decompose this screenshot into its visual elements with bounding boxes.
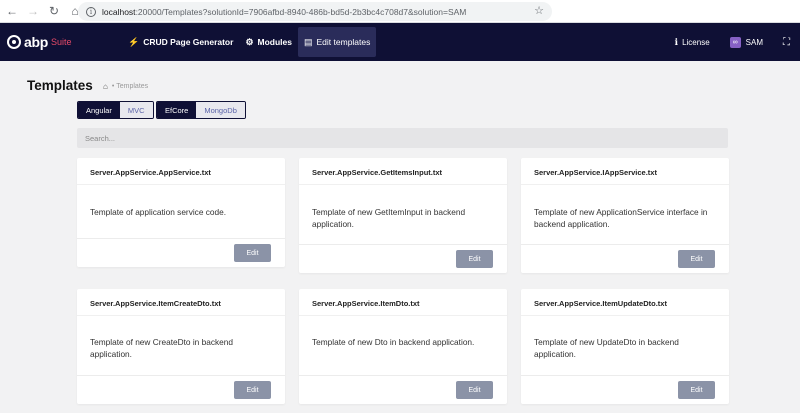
- card-description: Template of new Dto in backend applicati…: [312, 337, 475, 347]
- card-footer-divider: [521, 375, 729, 376]
- info-icon: ℹ: [674, 36, 679, 47]
- browser-toolbar: ← → ↻ ⌂ i localhost:20000/Templates?solu…: [0, 0, 800, 23]
- visual-studio-icon: ∞: [729, 36, 741, 48]
- card-divider: [77, 184, 285, 185]
- card-divider: [299, 184, 507, 185]
- card-footer-divider: [299, 375, 507, 376]
- solution-selector[interactable]: ∞ SAM: [729, 36, 763, 48]
- card-description: Template of application service code.: [90, 207, 227, 217]
- bookmark-star-icon[interactable]: ☆: [534, 4, 544, 17]
- card-title: Server.AppService.ItemCreateDto.txt: [90, 299, 221, 308]
- card-description: Template of new GetItemInput in backend …: [312, 207, 466, 229]
- license-label: License: [682, 37, 710, 47]
- abp-suite-logo[interactable]: abp Suite: [7, 34, 72, 50]
- database-toggle: EfCore MongoDb: [156, 101, 246, 119]
- card-divider: [299, 315, 507, 316]
- brand-name: abp: [24, 34, 48, 50]
- nav-item-label: Modules: [257, 37, 292, 47]
- app-navbar: abp Suite ⚡ CRUD Page Generator ⚙ Module…: [0, 23, 800, 61]
- breadcrumb-current: Templates: [116, 83, 149, 90]
- cogs-icon: ⚙: [245, 36, 254, 47]
- card-footer-divider: [299, 244, 507, 245]
- edit-button[interactable]: Edit: [678, 250, 715, 268]
- template-card: Server.AppService.IAppService.txt Templa…: [521, 158, 729, 273]
- edit-button[interactable]: Edit: [234, 244, 271, 262]
- template-card: Server.AppService.ItemCreateDto.txt Temp…: [77, 289, 285, 404]
- edit-button[interactable]: Edit: [678, 381, 715, 399]
- edit-button[interactable]: Edit: [234, 381, 271, 399]
- fullscreen-icon[interactable]: ⛶: [783, 37, 790, 48]
- card-description: Template of new UpdateDto in backend app…: [534, 337, 679, 359]
- template-card: Server.AppService.ItemDto.txt Template o…: [299, 289, 507, 404]
- forward-icon[interactable]: →: [24, 2, 42, 20]
- card-title: Server.AppService.AppService.txt: [90, 168, 211, 177]
- brand-suffix: Suite: [51, 37, 72, 47]
- card-title: Server.AppService.IAppService.txt: [534, 168, 657, 177]
- url-host: localhost: [102, 6, 136, 17]
- home-icon[interactable]: ⌂: [103, 82, 108, 91]
- nav-edit-templates[interactable]: ▤ Edit templates: [298, 27, 377, 57]
- toggle-angular[interactable]: Angular: [78, 102, 120, 118]
- card-title: Server.AppService.ItemDto.txt: [312, 299, 420, 308]
- license-link[interactable]: ℹ License: [675, 37, 710, 48]
- page-title: Templates: [27, 78, 93, 93]
- nav-item-label: Edit templates: [316, 37, 371, 47]
- edit-button[interactable]: Edit: [456, 250, 493, 268]
- file-icon: ▤: [304, 36, 313, 47]
- breadcrumb: ⌂ • Templates: [103, 82, 148, 91]
- toggle-mongodb[interactable]: MongoDb: [196, 102, 245, 118]
- back-icon[interactable]: ←: [3, 2, 21, 20]
- logo-mark-icon: [7, 35, 21, 49]
- edit-button[interactable]: Edit: [456, 381, 493, 399]
- card-divider: [521, 315, 729, 316]
- search-input[interactable]: [77, 128, 728, 148]
- card-title: Server.AppService.GetItemsInput.txt: [312, 168, 443, 177]
- ui-framework-toggle: Angular MVC: [77, 101, 154, 119]
- reload-icon[interactable]: ↻: [45, 2, 63, 20]
- template-card: Server.AppService.ItemUpdateDto.txt Temp…: [521, 289, 729, 404]
- toggle-efcore[interactable]: EfCore: [157, 102, 197, 118]
- info-icon[interactable]: i: [86, 6, 96, 17]
- nav-item-label: CRUD Page Generator: [143, 37, 234, 47]
- template-card: Server.AppService.GetItemsInput.txt Temp…: [299, 158, 507, 273]
- card-divider: [521, 184, 729, 185]
- address-bar[interactable]: i localhost:20000/Templates?solutionId=7…: [78, 2, 552, 21]
- nav-crud-page-generator[interactable]: ⚡ CRUD Page Generator: [122, 27, 239, 57]
- card-footer-divider: [521, 244, 729, 245]
- bolt-icon: ⚡: [128, 36, 140, 47]
- card-footer-divider: [77, 238, 285, 239]
- nav-modules[interactable]: ⚙ Modules: [239, 27, 298, 57]
- url-path: :20000/Templates?solutionId=7906afbd-894…: [135, 6, 467, 17]
- toggle-mvc[interactable]: MVC: [119, 102, 153, 118]
- template-card: Server.AppService.AppService.txt Templat…: [77, 158, 285, 267]
- card-description: Template of new ApplicationService inter…: [534, 207, 708, 229]
- solution-label: SAM: [745, 37, 763, 47]
- card-title: Server.AppService.ItemUpdateDto.txt: [534, 299, 667, 308]
- card-footer-divider: [77, 375, 285, 376]
- card-description: Template of new CreateDto in backend app…: [90, 337, 233, 359]
- card-divider: [77, 315, 285, 316]
